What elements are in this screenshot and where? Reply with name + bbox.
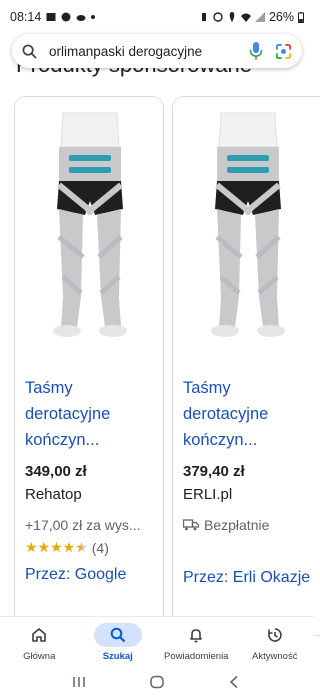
activity-icon bbox=[267, 628, 282, 642]
search-bar[interactable]: orlimanpaski derogacyjne bbox=[12, 34, 302, 68]
product-shipping: Bezpłatnie bbox=[183, 517, 320, 533]
nav-search[interactable]: Szukaj bbox=[79, 617, 158, 666]
facebook-icon bbox=[61, 12, 71, 22]
product-price: 349,00 zł bbox=[25, 463, 87, 480]
nav-notifications-label: Powiadomienia bbox=[164, 651, 229, 662]
product-shipping: +17,00 zł za wys... bbox=[25, 517, 141, 533]
nav-home[interactable]: Główna bbox=[0, 617, 79, 666]
battery-icon bbox=[298, 11, 304, 23]
status-bar: 08:14 26% bbox=[0, 0, 314, 34]
product-card[interactable]: Taśmy derotacyjne kończyn... 379,40 zł E… bbox=[172, 96, 320, 636]
bottom-navigation: Główna Szukaj Powiadomienia Aktywność bbox=[0, 616, 314, 666]
delivery-truck-icon bbox=[183, 519, 199, 531]
nav-search-label: Szukaj bbox=[102, 651, 133, 662]
product-seller: ERLI.pl bbox=[183, 486, 233, 503]
search-input[interactable]: orlimanpaski derogacyjne bbox=[49, 44, 249, 59]
bell-icon bbox=[190, 629, 203, 643]
dot-icon bbox=[91, 15, 96, 19]
product-via-link[interactable]: Przez: Erli Okazje bbox=[183, 569, 320, 587]
home-icon bbox=[32, 628, 47, 642]
product-price: 379,40 zł bbox=[183, 463, 245, 480]
star-rating-icon: ★★★★★ bbox=[25, 539, 88, 555]
lens-icon[interactable] bbox=[275, 43, 292, 60]
product-title[interactable]: Taśmy derotacyjne kończyn... bbox=[25, 375, 153, 453]
location-icon bbox=[229, 12, 235, 22]
recents-icon[interactable] bbox=[71, 675, 87, 689]
status-time: 08:14 bbox=[10, 10, 42, 24]
microphone-icon[interactable] bbox=[249, 42, 263, 60]
system-navigation bbox=[0, 666, 314, 698]
wifi-icon bbox=[240, 13, 251, 22]
rating-count: (4) bbox=[91, 539, 109, 556]
nav-activity-label: Aktywność bbox=[252, 651, 298, 662]
product-image[interactable] bbox=[173, 97, 320, 365]
product-via-link[interactable]: Przez: Google bbox=[25, 566, 153, 584]
product-title[interactable]: Taśmy derotacyjne kończyn... bbox=[183, 375, 320, 453]
product-rating: ★★★★★ (4) bbox=[25, 539, 153, 556]
battery-percent: 26% bbox=[268, 10, 294, 24]
search-icon[interactable] bbox=[22, 44, 37, 59]
product-card[interactable]: Taśmy derotacyjne kończyn... 349,00 zł R… bbox=[14, 96, 164, 636]
nav-notifications[interactable]: Powiadomienia bbox=[157, 617, 236, 666]
alarm-icon bbox=[213, 12, 223, 22]
product-photo bbox=[15, 97, 163, 365]
cloud-icon bbox=[76, 15, 86, 21]
gallery-icon bbox=[46, 13, 56, 21]
nav-home-label: Główna bbox=[23, 651, 56, 662]
product-photo bbox=[173, 97, 320, 365]
nav-activity[interactable]: Aktywność bbox=[236, 617, 315, 666]
mute-icon bbox=[201, 13, 206, 21]
product-seller: Rehatop bbox=[25, 486, 82, 503]
back-icon[interactable] bbox=[227, 675, 243, 689]
signal-icon bbox=[254, 12, 265, 22]
product-image[interactable] bbox=[15, 97, 163, 365]
home-button-icon[interactable] bbox=[149, 675, 165, 689]
search-icon bbox=[110, 627, 126, 643]
